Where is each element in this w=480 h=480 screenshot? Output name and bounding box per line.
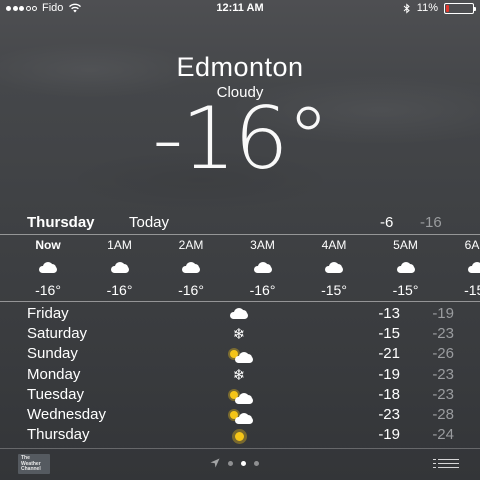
day-low: -23 <box>432 385 454 403</box>
hour-icon-wrap <box>180 261 202 273</box>
current-temperature: -16° <box>152 89 329 189</box>
battery-icon <box>444 2 476 14</box>
day-icon-wrap <box>228 428 250 444</box>
hourly-forecast[interactable]: Now -16° 1AM -16° 2AM -16° 3AM -16° 4AM -15° 5AM -1… <box>0 235 480 299</box>
daily-row: Sunday -21 -26 <box>0 345 480 365</box>
hour-icon-wrap <box>109 261 131 273</box>
sun-icon <box>228 428 250 444</box>
day-name: Thursday <box>27 426 90 444</box>
day-high: -13 <box>378 305 400 322</box>
partly-sunny-icon <box>228 408 255 424</box>
cloud-icon <box>395 261 417 273</box>
day-icon-wrap <box>228 388 255 404</box>
day-high: -15 <box>378 325 400 343</box>
daily-row: Wednesday -23 -28 <box>0 406 480 426</box>
hour-label: 3AM <box>250 238 275 252</box>
hour-label: Now <box>35 238 61 252</box>
day-low: -23 <box>432 365 454 383</box>
hour-temp: -16° <box>249 282 276 298</box>
snowflake-icon: ❄ <box>232 326 246 344</box>
day-high: -23 <box>378 406 400 423</box>
day-icon-wrap <box>228 307 250 323</box>
day-low: -26 <box>432 345 454 363</box>
day-name: Wednesday <box>27 406 106 423</box>
battery-percent: 11% <box>416 2 438 14</box>
cloud-part <box>233 412 255 424</box>
hour-label: 2AM <box>178 238 204 252</box>
status-right: 11% <box>403 2 476 14</box>
weather-channel-logo[interactable]: The Weather Channel <box>18 454 50 474</box>
today-summary: Thursday Today -6 -16 <box>0 214 480 234</box>
day-high: -18 <box>378 385 400 403</box>
day-name: Monday <box>27 365 81 383</box>
hour-label: 1AM <box>107 238 132 252</box>
city-name: Edmonton <box>176 52 304 82</box>
day-name: Tuesday <box>27 385 84 403</box>
today-low: -16 <box>420 214 442 231</box>
hour-temp: -15° <box>321 282 347 298</box>
cloud-icon <box>323 261 345 273</box>
cloud-icon <box>37 261 59 273</box>
daily-row: Tuesday -18 -23 <box>0 386 480 406</box>
daily-row: Saturday ❄ -15 -23 <box>0 325 480 345</box>
day-high: -19 <box>378 365 400 383</box>
day-low: -23 <box>432 325 454 343</box>
hour-temp: -16° <box>35 282 61 298</box>
cloud-part <box>233 392 255 404</box>
snowflake-icon: ❄ <box>232 366 246 384</box>
battery-fill <box>446 4 449 12</box>
today-label: Today <box>129 214 170 231</box>
day-low: -19 <box>432 305 454 322</box>
cloud-part <box>233 351 255 364</box>
cloud-icon <box>252 261 274 273</box>
hour-icon-wrap <box>323 261 345 273</box>
day-high: -21 <box>378 345 400 363</box>
partly-sunny-icon <box>228 347 255 364</box>
day-low: -28 <box>432 406 454 423</box>
daily-row: Monday ❄ -19 -23 <box>0 366 480 386</box>
hour-temp: -16° <box>178 282 204 298</box>
hour-label: 5AM <box>393 238 418 252</box>
hour-temp: -16° <box>106 282 133 298</box>
battery-tip <box>474 6 476 11</box>
daily-row: Thursday -19 -24 <box>0 426 480 446</box>
cloud-icon <box>466 261 480 273</box>
partly-sunny-icon <box>228 388 255 404</box>
day-high: -19 <box>378 426 400 444</box>
cloud-icon <box>228 307 250 319</box>
day-name: Friday <box>27 305 69 322</box>
daily-row: Friday -13 -19 <box>0 305 480 325</box>
page-control[interactable] <box>210 458 259 468</box>
day-name: Sunday <box>27 345 78 363</box>
day-icon-wrap: ❄ <box>228 366 250 384</box>
bluetooth-icon <box>403 2 410 14</box>
hour-icon-wrap <box>395 261 417 273</box>
hour-temp: -15° <box>464 282 480 298</box>
location-arrow-icon <box>210 458 220 468</box>
bottom-toolbar: The Weather Channel <box>0 448 480 480</box>
status-bar: Fido 12:11 AM 11% <box>0 0 480 16</box>
cloud-icon <box>109 261 131 273</box>
hour-temp: -15° <box>392 282 419 298</box>
hour-label: 4AM <box>321 238 347 252</box>
page-dot <box>228 460 233 466</box>
day-icon-wrap <box>228 347 255 364</box>
day-low: -24 <box>432 426 454 444</box>
hour-icon-wrap <box>252 261 274 273</box>
city-list-icon[interactable] <box>433 458 459 470</box>
page-dot <box>241 460 246 466</box>
hour-icon-wrap <box>466 261 480 273</box>
hour-icon-wrap <box>37 261 59 273</box>
divider-bottom <box>0 301 480 302</box>
day-icon-wrap: ❄ <box>228 327 250 343</box>
day-icon-wrap <box>228 408 255 424</box>
page-dot <box>254 460 259 466</box>
today-high: -6 <box>380 214 394 231</box>
day-name: Saturday <box>27 325 88 343</box>
cloud-icon <box>180 261 202 273</box>
hour-label: 6AM <box>464 238 480 252</box>
today-day: Thursday <box>27 214 95 231</box>
